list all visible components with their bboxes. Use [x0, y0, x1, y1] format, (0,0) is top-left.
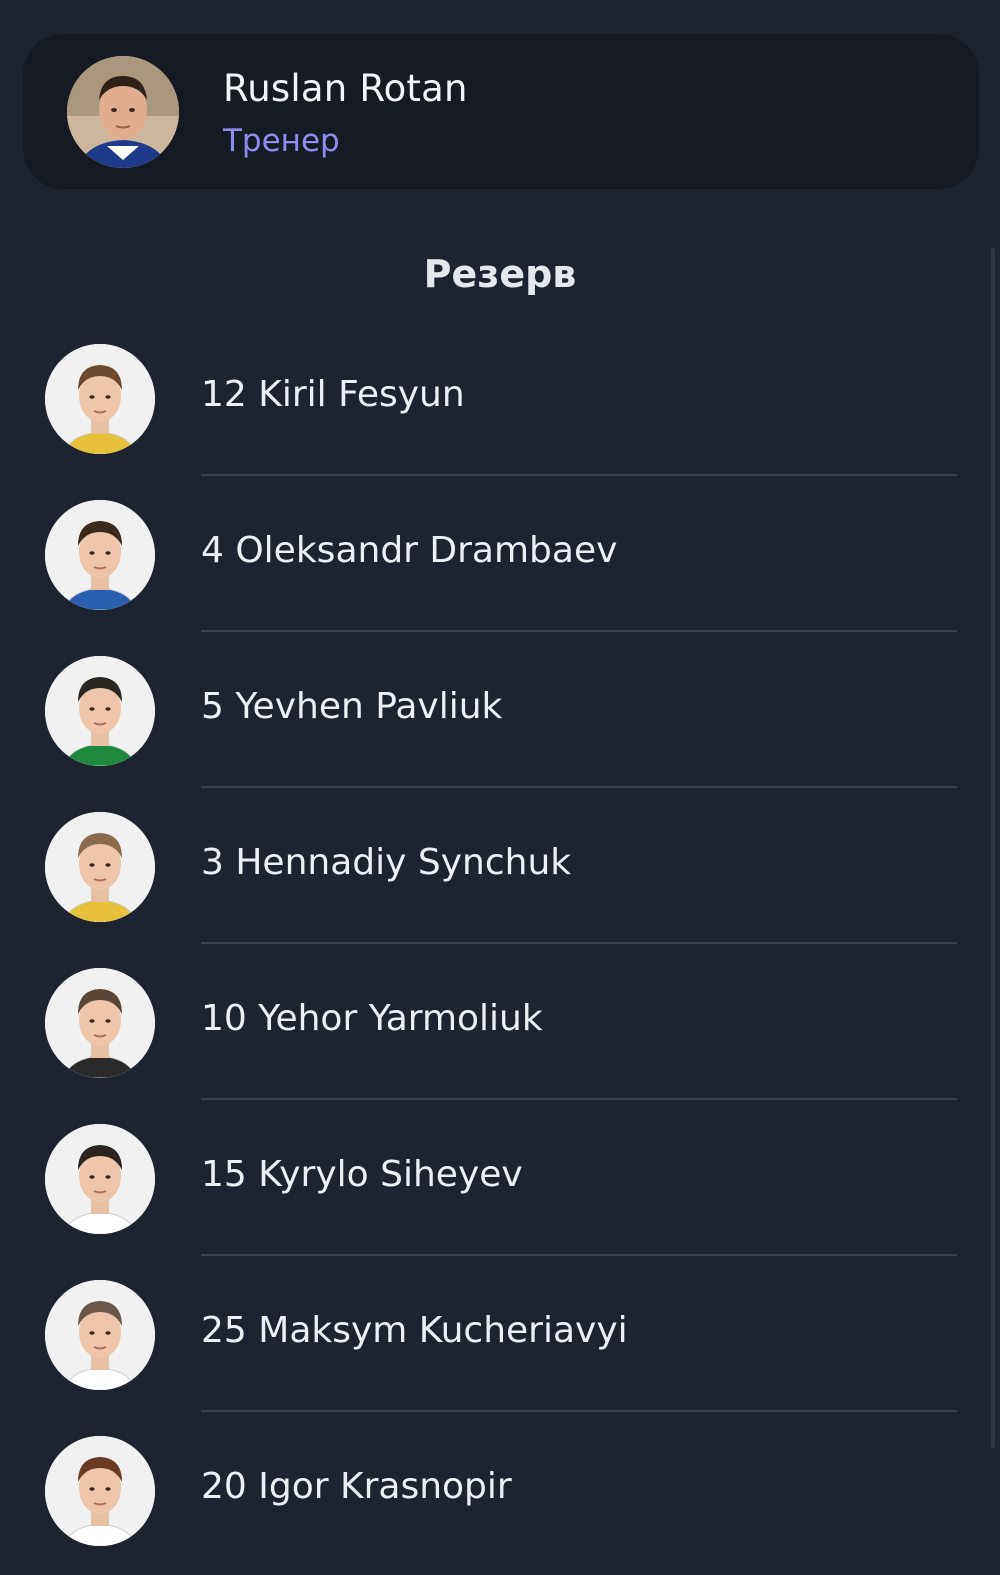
coach-role: Тренер: [223, 123, 340, 159]
player-row[interactable]: 15 Kyrylo Siheyev: [0, 1100, 1000, 1256]
player-photo-icon: [45, 344, 155, 454]
player-row[interactable]: 10 Yehor Yarmoliuk: [0, 944, 1000, 1100]
player-photo-icon: [45, 1124, 155, 1234]
player-label: 5 Yevhen Pavliuk: [201, 686, 503, 727]
player-label: 25 Maksym Kucheriavyi: [201, 1310, 628, 1351]
player-label: 20 Igor Krasnopir: [201, 1466, 512, 1507]
player-label: 10 Yehor Yarmoliuk: [201, 998, 543, 1039]
player-row[interactable]: 4 Oleksandr Drambaev: [0, 476, 1000, 632]
player-label: 12 Kiril Fesyun: [201, 374, 465, 415]
player-list: 12 Kiril Fesyun 4 Oleksandr Drambaev 5 Y…: [0, 320, 1000, 1568]
player-photo-icon: [45, 968, 155, 1078]
coach-card[interactable]: Ruslan Rotan Тренер: [23, 34, 979, 189]
lineup-page: Ruslan Rotan Тренер Резерв 12 Kiril Fesy…: [0, 0, 1000, 1575]
player-row[interactable]: 25 Maksym Kucheriavyi: [0, 1256, 1000, 1412]
player-row[interactable]: 5 Yevhen Pavliuk: [0, 632, 1000, 788]
player-photo-icon: [45, 1280, 155, 1390]
player-label: 4 Oleksandr Drambaev: [201, 530, 618, 571]
section-title: Резерв: [423, 252, 577, 296]
player-label: 3 Hennadiy Synchuk: [201, 842, 572, 883]
player-photo-icon: [45, 656, 155, 766]
coach-photo-icon: [67, 56, 179, 168]
player-photo-icon: [45, 812, 155, 922]
player-row[interactable]: 12 Kiril Fesyun: [0, 320, 1000, 476]
player-row[interactable]: 20 Igor Krasnopir: [0, 1412, 1000, 1568]
player-photo-icon: [45, 500, 155, 610]
player-photo-icon: [45, 1436, 155, 1546]
coach-name: Ruslan Rotan: [223, 67, 468, 110]
player-label: 15 Kyrylo Siheyev: [201, 1154, 523, 1195]
player-row[interactable]: 3 Hennadiy Synchuk: [0, 788, 1000, 944]
